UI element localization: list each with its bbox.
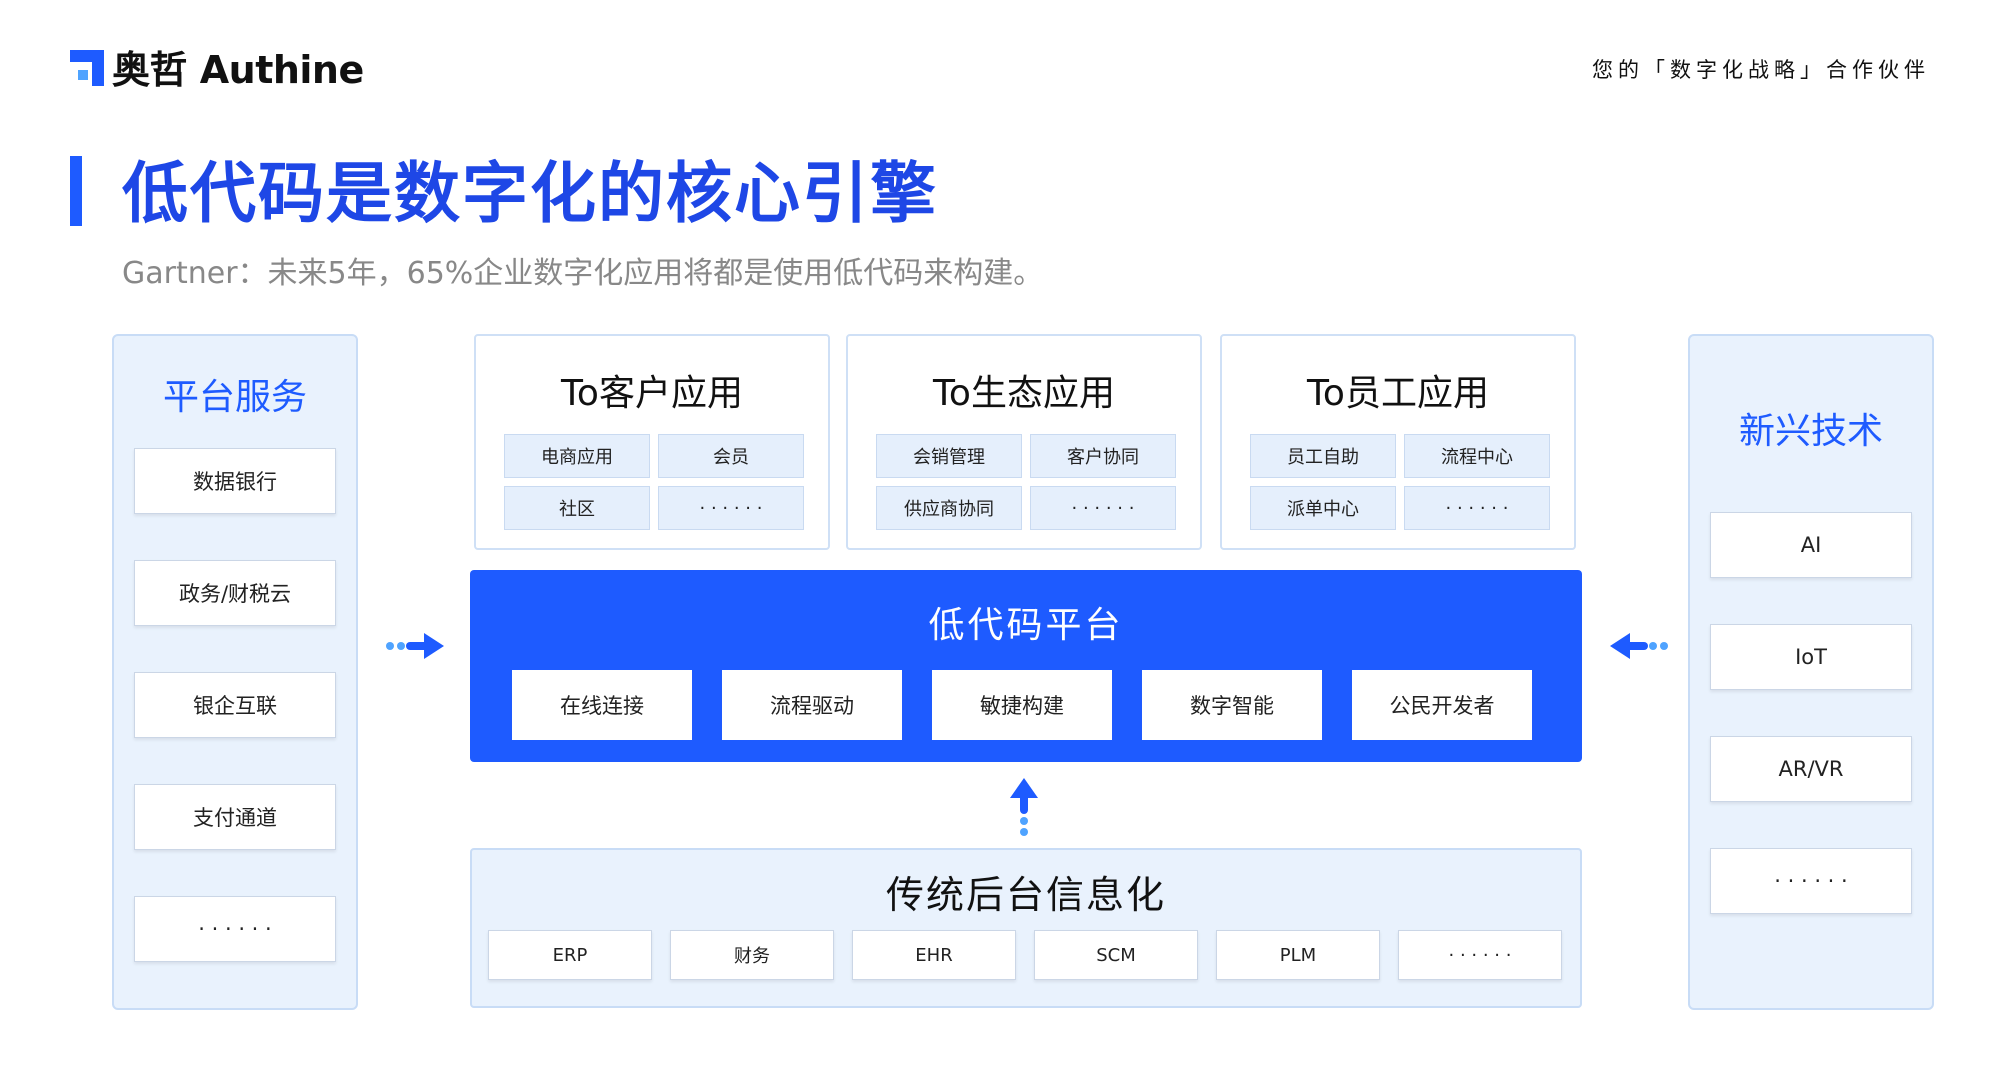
tagline: 您的「数字化战略」合作伙伴 (1592, 58, 1930, 82)
title-accent-bar (70, 156, 82, 226)
legacy-system: EHR (852, 930, 1016, 980)
app-chip: 客户协同 (1030, 434, 1176, 478)
arrow-right-icon (386, 633, 444, 659)
platform-capability: 流程驱动 (722, 670, 902, 740)
tech-item-arvr: AR/VR (1710, 736, 1912, 802)
app-group-title: To生态应用 (933, 373, 1115, 414)
app-group-title: To员工应用 (1307, 373, 1489, 414)
app-chip: 社区 (504, 486, 650, 530)
app-group-customer: To客户应用 电商应用 会员 社区 · · · · · · (474, 334, 830, 550)
app-chip: 电商应用 (504, 434, 650, 478)
emerging-tech-title: 新兴技术 (1738, 411, 1883, 452)
app-chip: · · · · · · (1404, 486, 1550, 530)
legacy-backend-title: 传统后台信息化 (885, 873, 1166, 917)
tech-item-ai: AI (1710, 512, 1912, 578)
legacy-system: ERP (488, 930, 652, 980)
service-item-gov-tax-cloud: 政务/财税云 (134, 560, 336, 626)
app-group-ecosystem: To生态应用 会销管理 客户协同 供应商协同 · · · · · · (846, 334, 1202, 550)
service-item-bank-link: 银企互联 (134, 672, 336, 738)
legacy-system: · · · · · · (1398, 930, 1562, 980)
platform-services-title: 平台服务 (162, 377, 307, 418)
platform-services-panel: 平台服务 数据银行 政务/财税云 银企互联 支付通道 · · · · · · (112, 334, 358, 1010)
app-chip: 派单中心 (1250, 486, 1396, 530)
emerging-tech-panel: 新兴技术 AI IoT AR/VR · · · · · · (1688, 334, 1934, 1010)
legacy-system: SCM (1034, 930, 1198, 980)
legacy-system: 财务 (670, 930, 834, 980)
app-chip: · · · · · · (658, 486, 804, 530)
app-chip: 流程中心 (1404, 434, 1550, 478)
service-item-data-bank: 数据银行 (134, 448, 336, 514)
tech-item-more: · · · · · · (1710, 848, 1912, 914)
logo: 奥哲 Authine (70, 44, 364, 92)
app-group-employee: To员工应用 员工自助 流程中心 派单中心 · · · · · · (1220, 334, 1576, 550)
platform-capability: 在线连接 (512, 670, 692, 740)
lowcode-platform-title: 低代码平台 (928, 605, 1124, 646)
page-title: 低代码是数字化的核心引擎 (122, 155, 938, 232)
app-chip: 供应商协同 (876, 486, 1022, 530)
page-subtitle: Gartner：未来5年，65%企业数字化应用将都是使用低代码来构建。 (122, 256, 1044, 291)
service-item-more: · · · · · · (134, 896, 336, 962)
app-chip: 会销管理 (876, 434, 1022, 478)
platform-capability: 敏捷构建 (932, 670, 1112, 740)
app-chip: 会员 (658, 434, 804, 478)
platform-capability: 公民开发者 (1352, 670, 1532, 740)
app-chip: · · · · · · (1030, 486, 1176, 530)
arrow-left-icon (1610, 633, 1668, 659)
service-item-payment: 支付通道 (134, 784, 336, 850)
app-group-title: To客户应用 (561, 373, 743, 414)
legacy-system: PLM (1216, 930, 1380, 980)
logo-text: 奥哲 Authine (112, 47, 364, 92)
legacy-backend-block: 传统后台信息化 ERP 财务 EHR SCM PLM · · · · · · (470, 848, 1582, 1008)
tech-item-iot: IoT (1710, 624, 1912, 690)
app-chip: 员工自助 (1250, 434, 1396, 478)
authine-logo-icon (70, 44, 108, 88)
lowcode-platform-block: 低代码平台 在线连接 流程驱动 敏捷构建 数字智能 公民开发者 (470, 570, 1582, 762)
platform-capability: 数字智能 (1142, 670, 1322, 740)
arrow-up-icon (1010, 778, 1038, 836)
